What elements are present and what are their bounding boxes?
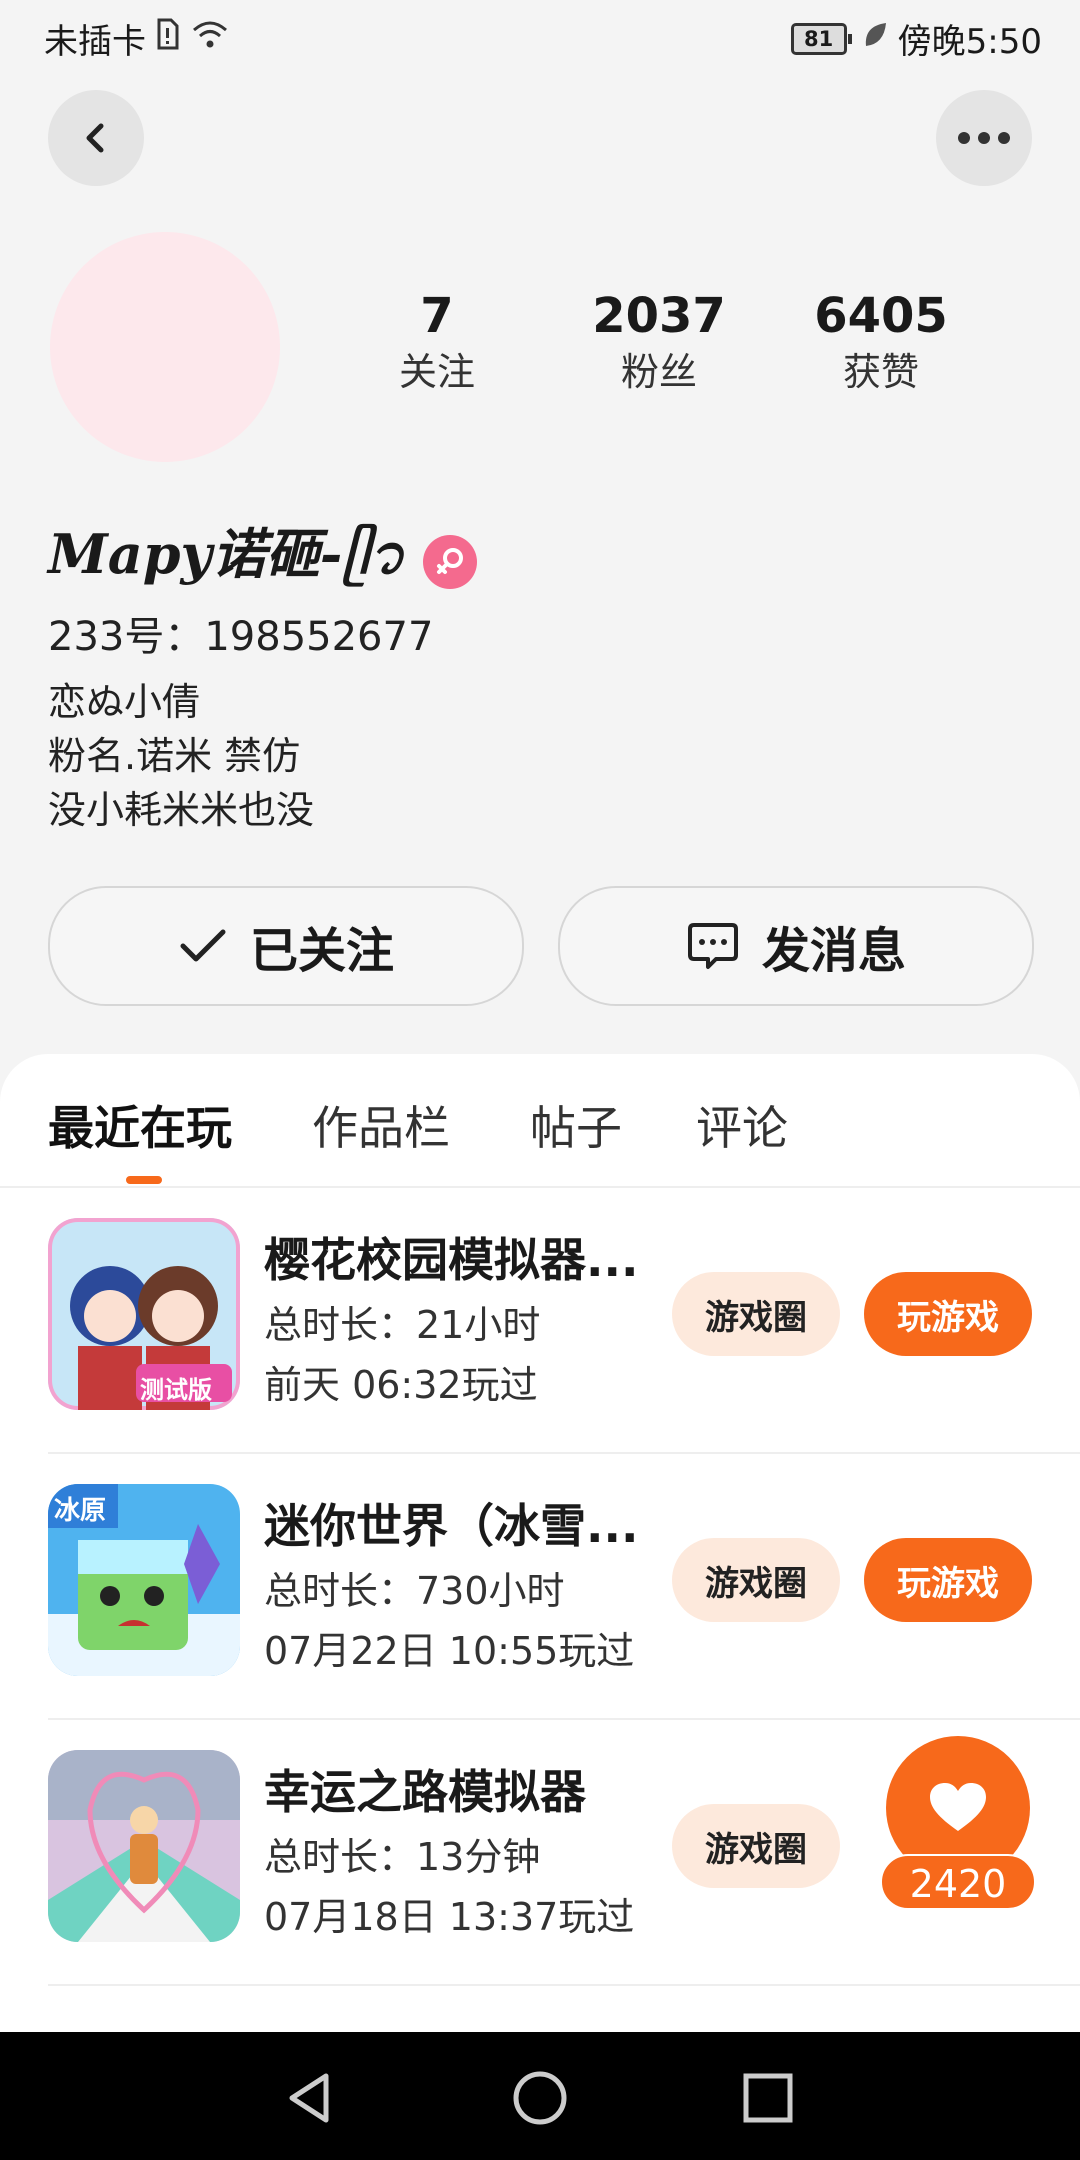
game-duration: 总时长：21小时 <box>264 1303 541 1347</box>
carrier-text: 未插卡 <box>44 22 146 62</box>
tab-posts[interactable]: 帖子 <box>530 1092 622 1158</box>
game-last-played: 07月22日 10:55玩过 <box>264 1629 635 1673</box>
stat-value: 7 <box>420 288 454 344</box>
icon-badge-text: 测试版 <box>140 1376 212 1404</box>
bio-line: 粉名.诺米 禁仿 <box>48 734 301 778</box>
status-time: 傍晚5:50 <box>897 22 1042 62</box>
stat-following[interactable]: 7 关注 <box>327 286 547 398</box>
followed-label: 已关注 <box>249 923 394 979</box>
followed-button[interactable]: 已关注 <box>48 886 524 1006</box>
battery-level: 81 <box>790 22 847 55</box>
like-floating-button[interactable]: 2420 <box>880 1736 1040 1910</box>
heart-icon <box>930 1783 986 1831</box>
more-dots-icon <box>958 132 1010 144</box>
nav-back-icon[interactable] <box>280 2068 340 2128</box>
stat-value: 2037 <box>592 288 726 344</box>
avatar[interactable] <box>50 232 280 462</box>
username: Mapy诺砸-ᥫ᭡ <box>48 522 405 586</box>
game-title[interactable]: 樱花校园模拟器... <box>264 1224 644 1290</box>
game-last-played: 前天 06:32玩过 <box>264 1363 538 1407</box>
tab-bar: 最近在玩 作品栏 帖子 评论 <box>0 1054 1080 1188</box>
stat-label: 粉丝 <box>620 350 697 394</box>
tab-recently-played[interactable]: 最近在玩 <box>48 1092 232 1158</box>
game-row[interactable]: 冰原 迷你世界（冰雪... 总时长：730小时 07月22日 10:55玩过 游… <box>0 1454 1080 1720</box>
sim-icon <box>156 18 180 59</box>
game-title[interactable]: 幸运之路模拟器 <box>264 1756 644 1822</box>
tab-indicator <box>126 1176 162 1184</box>
game-last-played: 07月18日 13:37玩过 <box>264 1895 635 1939</box>
send-message-button[interactable]: 发消息 <box>558 886 1034 1006</box>
system-nav-bar <box>0 2032 1080 2160</box>
play-game-button[interactable]: 玩游戏 <box>864 1538 1032 1622</box>
bio-line: 没小耗米米也没 <box>48 788 315 832</box>
back-button[interactable] <box>48 90 144 186</box>
game-icon[interactable]: 测试版 <box>48 1218 240 1410</box>
nav-recents-icon[interactable] <box>738 2068 798 2128</box>
stat-followers[interactable]: 2037 粉丝 <box>549 286 769 398</box>
more-button[interactable] <box>936 90 1032 186</box>
icon-badge-text: 冰原 <box>54 1496 107 1526</box>
bio: 恋ぬ小倩 粉名.诺米 禁仿 没小耗米米也没 <box>48 675 314 837</box>
game-icon[interactable]: 冰原 <box>48 1484 240 1676</box>
stat-label: 获赞 <box>842 350 919 394</box>
stat-label: 关注 <box>398 350 475 394</box>
leaf-icon <box>862 19 888 59</box>
chevron-left-icon <box>86 123 104 153</box>
game-circle-button[interactable]: 游戏圈 <box>672 1804 840 1888</box>
nav-home-icon[interactable] <box>510 2068 570 2128</box>
game-circle-button[interactable]: 游戏圈 <box>672 1272 840 1356</box>
stat-likes[interactable]: 6405 获赞 <box>771 286 991 398</box>
female-gender-icon <box>422 534 477 589</box>
game-icon[interactable] <box>48 1750 240 1942</box>
name-row: Mapy诺砸-ᥫ᭡ <box>48 510 477 613</box>
game-duration: 总时长：730小时 <box>264 1569 565 1613</box>
game-circle-button[interactable]: 游戏圈 <box>672 1538 840 1622</box>
game-title[interactable]: 迷你世界（冰雪... <box>264 1490 644 1556</box>
bio-line: 恋ぬ小倩 <box>48 680 201 724</box>
tab-comments[interactable]: 评论 <box>696 1092 788 1158</box>
battery-icon: 81 <box>790 22 852 55</box>
game-duration: 总时长：13分钟 <box>264 1835 541 1879</box>
tab-works[interactable]: 作品栏 <box>312 1092 450 1158</box>
chat-bubble-icon <box>687 923 738 969</box>
user-id: 233号：198552677 <box>48 614 434 660</box>
game-row[interactable]: 测试版 樱花校园模拟器... 总时长：21小时 前天 06:32玩过 游戏圈 玩… <box>0 1188 1080 1454</box>
like-count: 2420 <box>880 1854 1036 1910</box>
wifi-icon <box>190 18 230 59</box>
checkmark-icon <box>180 929 226 962</box>
send-message-label: 发消息 <box>761 923 906 979</box>
stat-value: 6405 <box>814 288 948 344</box>
play-game-button[interactable]: 玩游戏 <box>864 1272 1032 1356</box>
divider <box>48 1984 1080 1986</box>
status-bar: 未插卡 81 傍晚5:50 <box>0 0 1080 76</box>
